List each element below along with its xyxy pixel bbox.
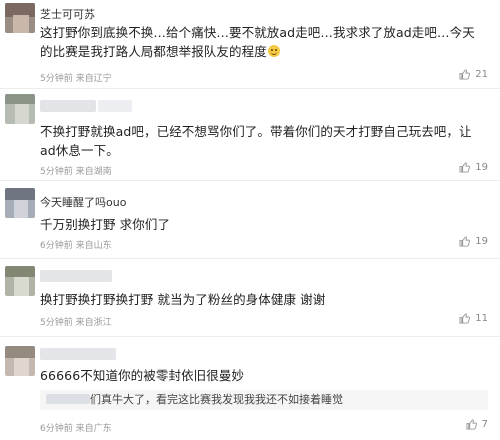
avatar[interactable] — [5, 3, 35, 33]
comment-item: 换打野换打野换打野 就当为了粉丝的身体健康 谢谢 5分钟前 来自浙江 11 — [0, 258, 500, 338]
thumbs-up-icon — [459, 162, 471, 173]
comment-meta: 6分钟前 来自山东 — [40, 241, 112, 251]
avatar[interactable] — [5, 188, 35, 218]
comment-text-body: 这打野你到底换不换…给个痛快…要不就放ad走吧…我求求了放ad走吧…今天的比赛是… — [40, 25, 475, 59]
username[interactable]: 今天睡醒了吗ouo — [40, 194, 126, 210]
reply-text: 们真牛大了，看完这比赛我发现我我还不如接着睡觉 — [90, 393, 343, 406]
like-count: 19 — [475, 236, 488, 247]
comment-meta: 5分钟前 来自辽宁 — [40, 74, 112, 84]
username-redacted — [40, 348, 116, 360]
comment-text: 不换打野就换ad吧，已经不想骂你们了。带着你们的天才打野自己玩去吧，让ad休息一… — [40, 124, 472, 158]
username-redacted — [40, 270, 112, 282]
avatar[interactable] — [5, 266, 35, 296]
comment-item: 芝士可可苏 这打野你到底换不换…给个痛快…要不就放ad走吧…我求求了放ad走吧…… — [0, 0, 500, 88]
like-count: 7 — [481, 419, 488, 430]
reply-quote[interactable]: 们真牛大了，看完这比赛我发现我我还不如接着睡觉 — [40, 390, 488, 410]
reply-username-redacted — [46, 394, 90, 404]
thumbs-up-icon — [466, 419, 477, 430]
username-redacted — [98, 100, 132, 112]
grin-emoji-icon — [267, 45, 280, 57]
comment-item: 不换打野就换ad吧，已经不想骂你们了。带着你们的天才打野自己玩去吧，让ad休息一… — [0, 88, 500, 178]
thumbs-up-icon — [459, 69, 471, 80]
like-button[interactable]: 19 — [459, 236, 488, 247]
like-button[interactable]: 7 — [466, 419, 488, 430]
like-count: 21 — [475, 69, 488, 80]
comment-text: 66666不知道你的被零封依旧很曼妙 — [40, 368, 245, 383]
username-redacted — [40, 100, 96, 112]
comment-text: 千万别换打野 求你们了 — [40, 217, 171, 232]
like-count: 19 — [475, 162, 488, 173]
like-count: 11 — [475, 313, 488, 324]
like-button[interactable]: 19 — [459, 162, 488, 173]
thumbs-up-icon — [459, 313, 471, 324]
comment-meta: 5分钟前 来自浙江 — [40, 318, 112, 328]
comment-item: 今天睡醒了吗ouo 千万别换打野 求你们了 6分钟前 来自山东 19 — [0, 180, 500, 260]
comment-text: 这打野你到底换不换…给个痛快…要不就放ad走吧…我求求了放ad走吧…今天的比赛是… — [40, 23, 486, 61]
comment-text: 换打野换打野换打野 就当为了粉丝的身体健康 谢谢 — [40, 292, 326, 307]
thumbs-up-icon — [459, 236, 471, 247]
like-button[interactable]: 11 — [459, 313, 488, 324]
comment-meta: 5分钟前 来自湖南 — [40, 167, 112, 177]
comment-meta: 6分钟前 来自广东 — [40, 424, 112, 434]
avatar[interactable] — [5, 94, 35, 124]
like-button[interactable]: 21 — [459, 69, 488, 80]
comment-item: 66666不知道你的被零封依旧很曼妙 们真牛大了，看完这比赛我发现我我还不如接着… — [0, 336, 500, 440]
username[interactable]: 芝士可可苏 — [40, 6, 95, 22]
avatar[interactable] — [5, 346, 35, 376]
